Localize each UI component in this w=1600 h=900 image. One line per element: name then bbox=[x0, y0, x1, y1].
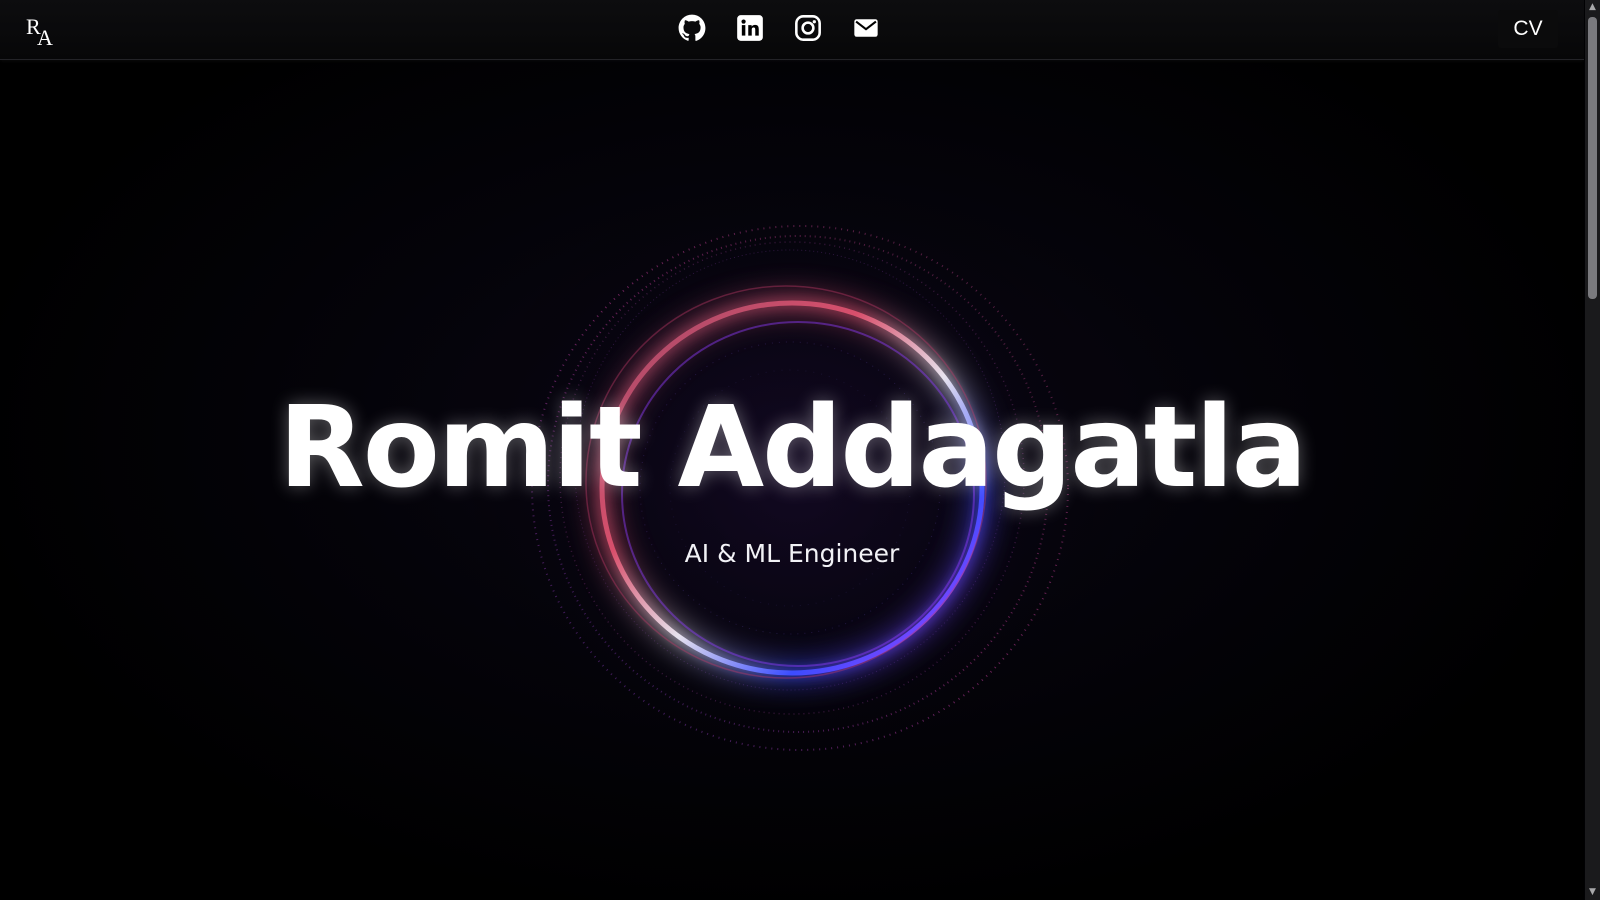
linkedin-icon bbox=[737, 15, 763, 41]
mail-icon bbox=[854, 19, 878, 37]
svg-text:A: A bbox=[37, 25, 53, 48]
instagram-link[interactable] bbox=[794, 14, 822, 42]
github-icon bbox=[678, 14, 706, 41]
logo[interactable]: R A bbox=[24, 12, 58, 50]
github-link[interactable] bbox=[678, 14, 706, 42]
scroll-up-arrow-icon[interactable]: ▲ bbox=[1585, 0, 1600, 15]
linkedin-link[interactable] bbox=[736, 14, 764, 42]
hero-name: Romit Addagatla bbox=[278, 383, 1308, 513]
navbar: R A CV bbox=[0, 0, 1584, 60]
ra-monogram-logo: R A bbox=[26, 14, 53, 50]
scroll-down-arrow-icon[interactable]: ▼ bbox=[1585, 885, 1600, 900]
email-link[interactable] bbox=[852, 14, 880, 42]
instagram-icon bbox=[795, 15, 821, 41]
vertical-scrollbar[interactable]: ▲ ▼ bbox=[1585, 0, 1600, 900]
social-links bbox=[678, 14, 880, 42]
viewport: R A CV Romit Addagatla AI & ML Engineer bbox=[0, 0, 1584, 900]
cv-button[interactable]: CV bbox=[1498, 10, 1558, 48]
scrollbar-thumb[interactable] bbox=[1588, 17, 1597, 299]
page: R A CV Romit Addagatla AI & ML Engineer … bbox=[0, 0, 1600, 900]
hero-subtitle: AI & ML Engineer bbox=[684, 539, 900, 568]
